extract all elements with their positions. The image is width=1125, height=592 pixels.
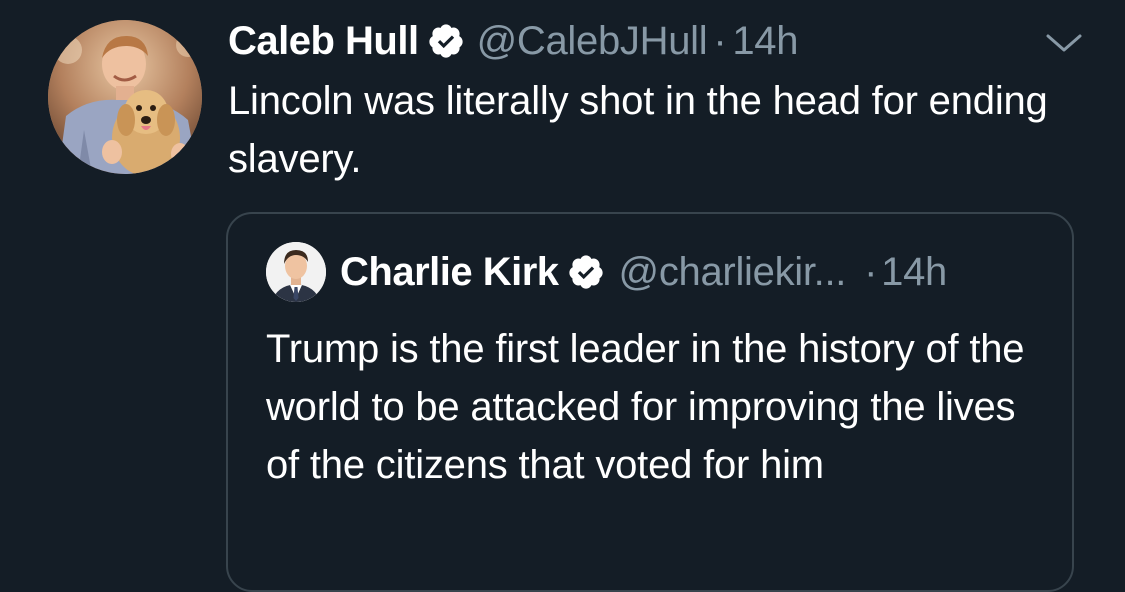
quoted-author-handle[interactable]: @charliekir... xyxy=(619,250,847,295)
verified-badge-icon xyxy=(567,253,605,291)
separator-dot: · xyxy=(713,18,727,63)
quoted-tweet-timestamp[interactable]: 14h xyxy=(881,250,947,295)
tweet-header: Caleb Hull @CalebJHull · 14h xyxy=(228,14,799,68)
verified-badge-icon xyxy=(427,22,465,60)
profile-photo-icon xyxy=(48,20,202,174)
quoted-tweet[interactable]: Charlie Kirk @charliekir... · 14h Trump … xyxy=(226,212,1074,592)
quoted-author-display-name[interactable]: Charlie Kirk xyxy=(340,250,559,295)
quoted-tweet-text: Trump is the first leader in the history… xyxy=(266,327,1025,487)
profile-photo-icon xyxy=(266,242,326,302)
separator-dot: · xyxy=(864,249,878,294)
author-avatar[interactable] xyxy=(48,20,202,174)
tweet-text: Lincoln was literally shot in the head f… xyxy=(228,79,1048,181)
tweet-timestamp[interactable]: 14h xyxy=(732,19,798,64)
quoted-author-avatar[interactable] xyxy=(266,242,326,302)
author-handle[interactable]: @CalebJHull xyxy=(477,19,708,64)
chevron-down-icon[interactable] xyxy=(1044,28,1084,58)
author-display-name[interactable]: Caleb Hull xyxy=(228,19,419,64)
quoted-tweet-header: Charlie Kirk @charliekir... · 14h xyxy=(340,246,947,298)
tweet[interactable]: Caleb Hull @CalebJHull · 14h Lincoln was… xyxy=(0,0,1125,592)
